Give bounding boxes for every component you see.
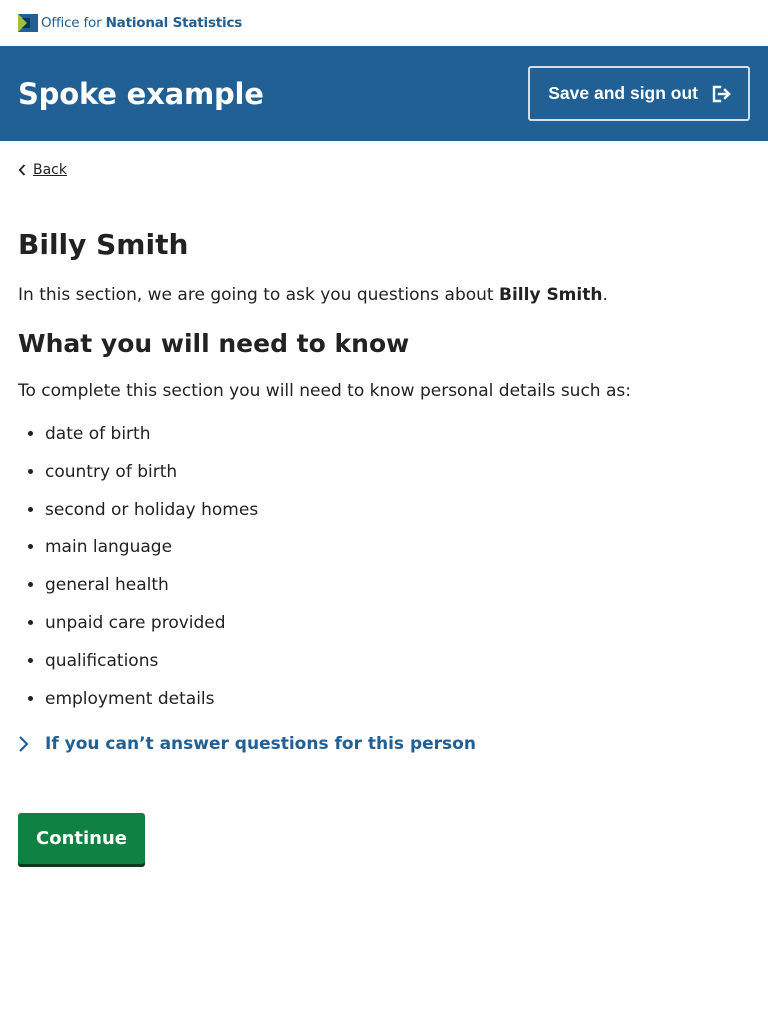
list-item: main language	[45, 535, 750, 573]
list-item: unpaid care provided	[45, 611, 750, 649]
main-content: Back Billy Smith In this section, we are…	[0, 160, 768, 865]
back-link-text[interactable]: Back	[33, 162, 67, 178]
cant-answer-details-toggle[interactable]: If you can’t answer questions for this p…	[18, 731, 750, 757]
top-bar: Office for National Statistics	[0, 0, 768, 46]
exit-icon	[712, 85, 731, 102]
list-item: date of birth	[45, 422, 750, 460]
save-and-sign-out-button[interactable]: Save and sign out	[528, 66, 750, 121]
intro-text: In this section, we are going to ask you…	[18, 285, 608, 305]
page-header: Spoke example Save and sign out	[0, 46, 768, 141]
logo-text: Office for National Statistics	[41, 15, 243, 31]
section-subheading: What you will need to know	[18, 329, 410, 358]
survey-title: Spoke example	[18, 76, 264, 111]
list-item: general health	[45, 573, 750, 611]
chevron-left-icon	[18, 164, 26, 176]
list-item: qualifications	[45, 649, 750, 687]
cant-answer-label: If you can’t answer questions for this p…	[45, 734, 476, 755]
save-and-sign-out-label: Save and sign out	[548, 83, 698, 103]
list-item: country of birth	[45, 460, 750, 498]
continue-button[interactable]: Continue	[18, 813, 146, 865]
back-link[interactable]: Back	[18, 160, 750, 180]
requirements-list: date of birth country of birth second or…	[18, 422, 750, 724]
requirements-text: To complete this section you will need t…	[18, 381, 631, 401]
page-heading: Billy Smith	[18, 228, 189, 261]
ons-logo[interactable]: Office for National Statistics	[18, 14, 242, 32]
list-item: second or holiday homes	[45, 498, 750, 536]
list-item: employment details	[45, 687, 750, 725]
person-name: Billy Smith	[499, 285, 603, 305]
ons-logo-icon	[18, 14, 38, 32]
chevron-right-icon	[19, 736, 29, 753]
